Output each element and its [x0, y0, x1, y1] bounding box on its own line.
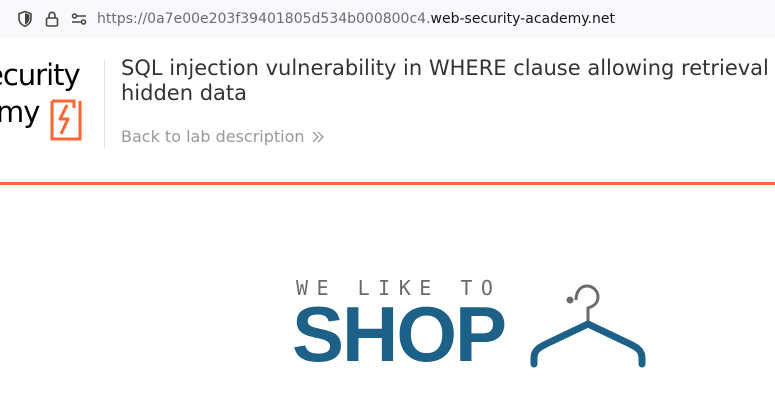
- header-accent-bar: [0, 182, 775, 185]
- lock-icon[interactable]: [43, 10, 61, 28]
- double-chevron-right-icon: [312, 131, 324, 142]
- logo-line-2: my: [0, 95, 40, 129]
- url-domain: web-security-academy.net: [430, 11, 615, 27]
- hanger-icon: [530, 284, 646, 368]
- browser-address-bar[interactable]: https://0a7e00e203f39401805d534b000800c4…: [0, 0, 775, 38]
- lab-title: SQL injection vulnerability in WHERE cla…: [121, 56, 775, 105]
- shield-icon[interactable]: [16, 10, 34, 28]
- url-prefix: https://0a7e00e203f39401805d534b000800c4…: [97, 11, 431, 27]
- permissions-icon[interactable]: [70, 10, 88, 28]
- shop-logo[interactable]: WE LIKE TO SHOP: [290, 272, 650, 382]
- logo-line-1: ecurity: [0, 58, 81, 92]
- header-divider: [104, 60, 105, 148]
- back-link-label: Back to lab description: [121, 127, 305, 146]
- logo-bolt-icon: [50, 99, 82, 141]
- url-text[interactable]: https://0a7e00e203f39401805d534b000800c4…: [97, 9, 615, 29]
- back-to-lab-description-link[interactable]: Back to lab description: [121, 127, 325, 146]
- shop-brand: SHOP: [292, 290, 507, 378]
- web-security-academy-logo[interactable]: ecurity my: [0, 52, 104, 156]
- lab-header: ecurity my SQL injection vulnerability i…: [0, 38, 775, 182]
